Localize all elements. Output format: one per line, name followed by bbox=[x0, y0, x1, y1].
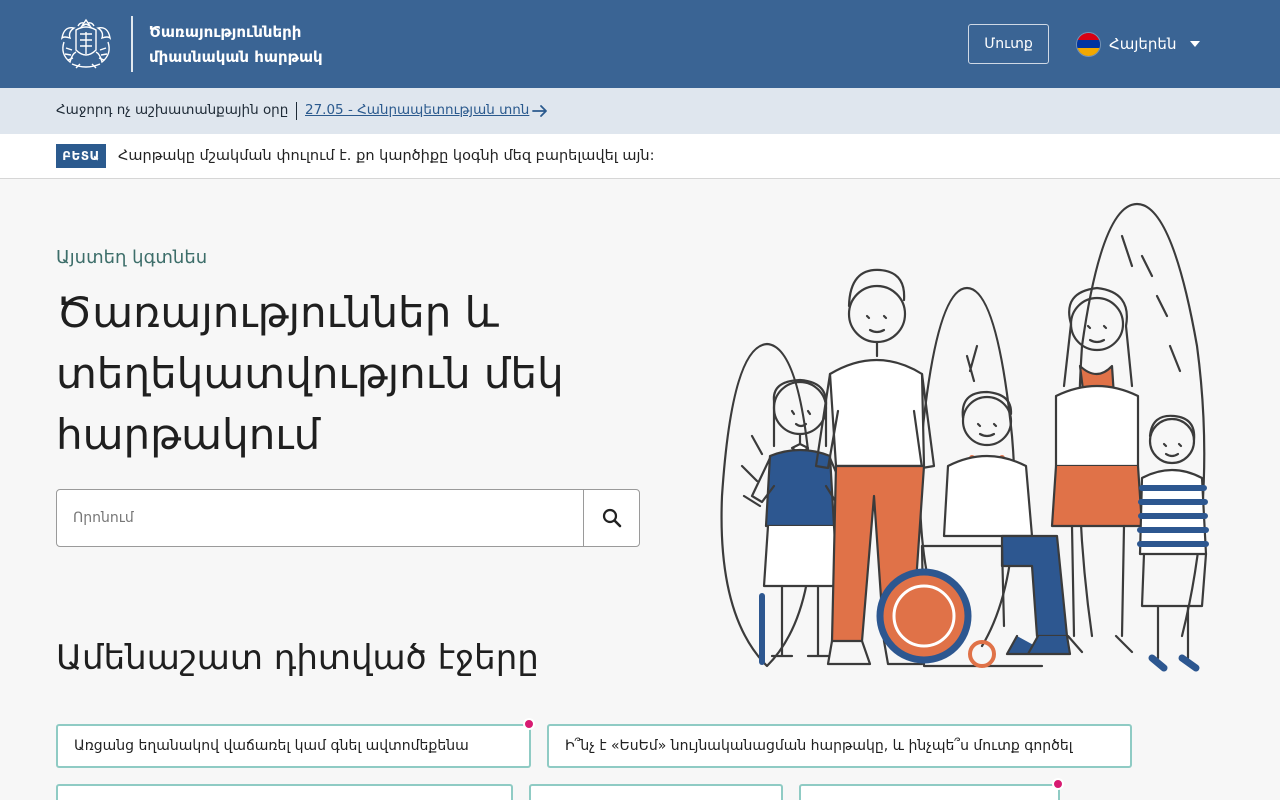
site-title-line1: Ծառայությունների bbox=[149, 23, 302, 41]
site-title[interactable]: Ծառայությունների միասնական հարթակ bbox=[149, 20, 389, 70]
language-label: Հայերեն bbox=[1109, 35, 1177, 53]
popular-pages-title: Ամենաշատ դիտված էջերը bbox=[56, 638, 539, 678]
hero-title: Ծառայություններ և տեղեկատվություն մեկ հա… bbox=[56, 288, 564, 459]
logo-divider bbox=[131, 16, 133, 72]
arrow-right-icon[interactable] bbox=[531, 102, 549, 120]
popular-link-5[interactable] bbox=[799, 784, 1060, 800]
language-selector[interactable]: Հայերեն bbox=[1076, 30, 1201, 58]
holiday-bar: Հաջորդ ոչ աշխատանքային օրը 27.05 - Հանրա… bbox=[0, 88, 1280, 134]
beta-banner: ԲԵՏԱ Հարթակը մշակման փուլում է․ քո կարծի… bbox=[0, 134, 1280, 179]
popular-link-label: Ի՞նչ է «ԵսԵմ» նույնականացման հարթակը, և … bbox=[565, 738, 1073, 754]
armenian-flag-icon bbox=[1076, 31, 1101, 57]
chevron-down-icon bbox=[1190, 41, 1201, 47]
popular-link-esem[interactable]: Ի՞նչ է «ԵսԵմ» նույնականացման հարթակը, և … bbox=[547, 724, 1132, 768]
new-indicator-dot bbox=[523, 718, 535, 730]
beta-badge: ԲԵՏԱ bbox=[56, 144, 106, 168]
new-indicator-dot bbox=[1052, 778, 1064, 790]
popular-link-4[interactable] bbox=[529, 784, 783, 800]
popular-link-car-sale[interactable]: Առցանց եղանակով վաճառել կամ գնել ավտոմեք… bbox=[56, 724, 531, 768]
coat-of-arms-logo[interactable] bbox=[56, 14, 116, 74]
people-illustration bbox=[712, 196, 1232, 680]
next-holiday-label: Հաջորդ ոչ աշխատանքային օրը bbox=[56, 102, 289, 118]
site-header: Ծառայությունների միասնական հարթակ Մուտք … bbox=[0, 0, 1280, 88]
search-icon bbox=[602, 508, 622, 528]
popular-link-label: Առցանց եղանակով վաճառել կամ գնել ավտոմեք… bbox=[74, 738, 469, 754]
hero-kicker: Այստեղ կգտնես bbox=[56, 247, 208, 268]
search-box bbox=[56, 489, 640, 547]
site-title-line2: միասնական հարթակ bbox=[149, 48, 323, 66]
login-button[interactable]: Մուտք bbox=[968, 24, 1049, 64]
search-button[interactable] bbox=[583, 490, 640, 546]
beta-message: Հարթակը մշակման փուլում է․ քո կարծիքը կօ… bbox=[118, 148, 655, 164]
holiday-link[interactable]: 27.05 - Հանրապետության տոն bbox=[305, 102, 529, 118]
popular-link-3[interactable] bbox=[56, 784, 513, 800]
holiday-divider bbox=[296, 102, 297, 120]
search-input[interactable] bbox=[57, 490, 583, 546]
